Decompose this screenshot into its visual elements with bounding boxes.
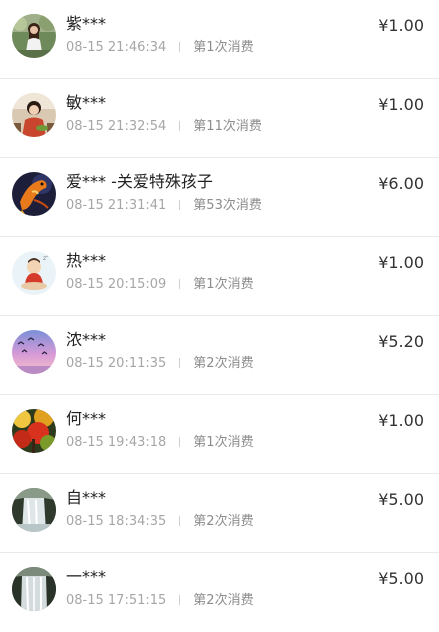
donation-amount: ¥1.00 — [378, 411, 424, 430]
donor-name: 热*** — [66, 251, 107, 270]
list-item[interactable]: 紫*** 08-15 21:46:34 第1次消费 ¥1.00 — [0, 0, 439, 79]
donation-time: 08-15 20:15:09 — [66, 277, 167, 292]
donation-meta: 08-15 21:32:54 第11次消费 — [66, 118, 262, 136]
donation-time: 08-15 20:11:35 — [66, 356, 167, 371]
donation-count: 第2次消费 — [193, 593, 254, 608]
list-item[interactable]: 浓*** 08-15 20:11:35 第2次消费 ¥5.20 — [0, 316, 439, 395]
cartoon-meditation-icon[interactable]: z z — [12, 251, 56, 295]
donation-time: 08-15 17:51:15 — [66, 593, 167, 608]
donation-amount: ¥1.00 — [378, 95, 424, 114]
list-item[interactable]: 爱*** -关爱特殊孩子 08-15 21:31:41 第53次消费 ¥6.00 — [0, 158, 439, 237]
list-item[interactable]: 何*** 08-15 19:43:18 第1次消费 ¥1.00 — [0, 395, 439, 474]
donor-name: 一*** — [66, 567, 107, 586]
donation-count: 第2次消费 — [193, 514, 254, 529]
donation-meta: 08-15 20:11:35 第2次消费 — [66, 355, 254, 373]
svg-text:z: z — [46, 253, 49, 259]
list-item[interactable]: z z 热*** 08-15 20:15:09 第1次消费 ¥1.00 — [0, 237, 439, 316]
koi-fish-icon[interactable] — [12, 172, 56, 216]
donor-name: 敏*** — [66, 93, 107, 112]
donation-time: 08-15 18:34:35 — [66, 514, 167, 529]
autumn-leaves-icon[interactable] — [12, 409, 56, 453]
divider — [179, 358, 181, 368]
list-item[interactable]: 敏*** 08-15 21:32:54 第11次消费 ¥1.00 — [0, 79, 439, 158]
donation-amount: ¥1.00 — [378, 253, 424, 272]
donor-name: 紫*** — [66, 14, 107, 33]
sunset-birds-icon[interactable] — [12, 330, 56, 374]
donor-name: 何*** — [66, 409, 107, 428]
divider — [179, 121, 181, 131]
donation-amount: ¥5.20 — [378, 332, 424, 351]
donor-name: 爱*** -关爱特殊孩子 — [66, 172, 213, 191]
donation-list: 紫*** 08-15 21:46:34 第1次消费 ¥1.00 敏*** 08-1… — [0, 0, 439, 632]
divider — [179, 279, 181, 289]
woman-photo-icon[interactable] — [12, 14, 56, 58]
donation-amount: ¥5.00 — [378, 569, 424, 588]
donation-amount: ¥6.00 — [378, 174, 424, 193]
divider — [179, 437, 181, 447]
divider — [179, 595, 181, 605]
donation-meta: 08-15 20:15:09 第1次消费 — [66, 276, 254, 294]
donation-count: 第2次消费 — [193, 356, 254, 371]
divider — [179, 42, 181, 52]
donation-meta: 08-15 21:31:41 第53次消费 — [66, 197, 262, 215]
woman-sofa-photo-icon[interactable] — [12, 93, 56, 137]
donation-time: 08-15 21:46:34 — [66, 40, 167, 55]
donation-count: 第1次消费 — [193, 435, 254, 450]
donation-time: 08-15 21:31:41 — [66, 198, 167, 213]
donation-meta: 08-15 21:46:34 第1次消费 — [66, 39, 254, 57]
donation-meta: 08-15 18:34:35 第2次消费 — [66, 513, 254, 531]
donation-meta: 08-15 17:51:15 第2次消费 — [66, 592, 254, 610]
donation-count: 第1次消费 — [193, 40, 254, 55]
waterfall-icon[interactable] — [12, 488, 56, 532]
waterfall-icon[interactable] — [12, 567, 56, 611]
donation-amount: ¥1.00 — [378, 16, 424, 35]
list-item[interactable]: 自*** 08-15 18:34:35 第2次消费 ¥5.00 — [0, 474, 439, 553]
donation-amount: ¥5.00 — [378, 490, 424, 509]
donation-time: 08-15 19:43:18 — [66, 435, 167, 450]
divider — [179, 200, 181, 210]
donation-count: 第1次消费 — [193, 277, 254, 292]
donation-count: 第53次消费 — [193, 198, 262, 213]
divider — [179, 516, 181, 526]
donor-name: 浓*** — [66, 330, 107, 349]
donation-time: 08-15 21:32:54 — [66, 119, 167, 134]
list-item[interactable]: 一*** 08-15 17:51:15 第2次消费 ¥5.00 — [0, 553, 439, 632]
donation-count: 第11次消费 — [193, 119, 262, 134]
donor-name: 自*** — [66, 488, 107, 507]
donation-meta: 08-15 19:43:18 第1次消费 — [66, 434, 254, 452]
